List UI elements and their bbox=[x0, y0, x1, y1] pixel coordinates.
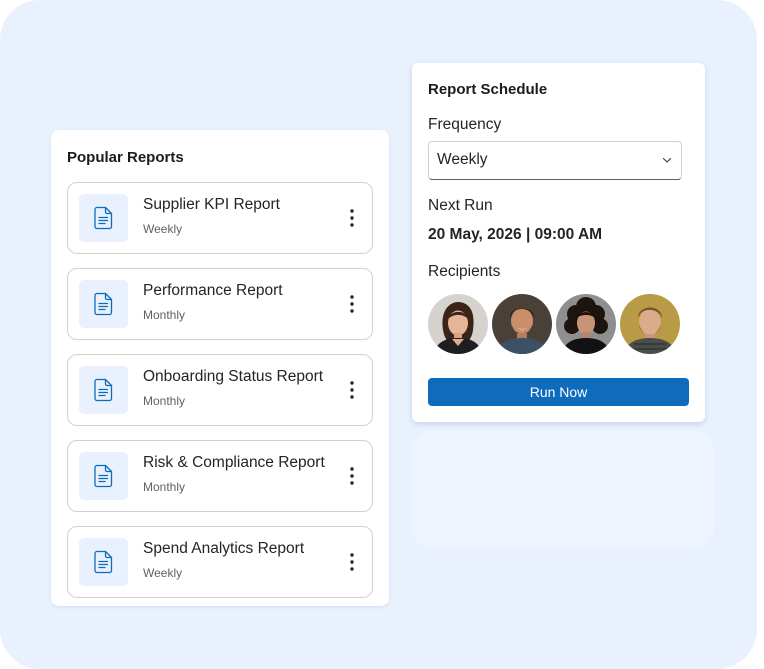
frequency-value: Weekly bbox=[437, 151, 488, 168]
report-frequency: Monthly bbox=[143, 308, 186, 322]
more-vertical-icon[interactable] bbox=[344, 550, 360, 574]
chevron-down-icon bbox=[662, 157, 672, 163]
schedule-title: Report Schedule bbox=[428, 81, 548, 98]
report-frequency: Weekly bbox=[143, 222, 183, 236]
document-icon bbox=[79, 280, 128, 328]
more-vertical-icon[interactable] bbox=[344, 292, 360, 316]
recipients-label: Recipients bbox=[428, 263, 501, 280]
avatar[interactable] bbox=[428, 294, 488, 354]
document-icon bbox=[79, 366, 128, 414]
report-frequency: Monthly bbox=[143, 480, 186, 494]
run-now-button[interactable]: Run Now bbox=[428, 378, 689, 406]
next-run-label: Next Run bbox=[428, 197, 493, 214]
report-list: Supplier KPI Report Weekly Performance R… bbox=[67, 182, 373, 598]
more-vertical-icon[interactable] bbox=[344, 464, 360, 488]
document-icon bbox=[79, 538, 128, 586]
report-name: Risk & Compliance Report bbox=[143, 454, 325, 471]
more-vertical-icon[interactable] bbox=[344, 378, 360, 402]
report-name: Onboarding Status Report bbox=[143, 368, 324, 385]
document-icon bbox=[79, 194, 128, 242]
panel-title: Popular Reports bbox=[67, 149, 184, 166]
report-item[interactable]: Onboarding Status Report Monthly bbox=[67, 354, 373, 426]
next-run-value: 20 May, 2026 | 09:00 AM bbox=[428, 226, 603, 243]
recipients-list bbox=[428, 294, 680, 354]
more-vertical-icon[interactable] bbox=[344, 206, 360, 230]
report-schedule-card: Report Schedule Frequency Weekly Next Ru… bbox=[412, 63, 705, 422]
report-item[interactable]: Spend Analytics Report Weekly bbox=[67, 526, 373, 598]
report-name: Supplier KPI Report bbox=[143, 196, 280, 213]
page-background: Popular Reports Supplier KPI Report Week… bbox=[0, 0, 757, 669]
background-decoration bbox=[412, 430, 714, 550]
avatar[interactable] bbox=[556, 294, 616, 354]
report-frequency: Weekly bbox=[143, 566, 183, 580]
report-item[interactable]: Performance Report Monthly bbox=[67, 268, 373, 340]
report-name: Performance Report bbox=[143, 282, 283, 299]
report-item[interactable]: Risk & Compliance Report Monthly bbox=[67, 440, 373, 512]
report-frequency: Monthly bbox=[143, 394, 186, 408]
frequency-label: Frequency bbox=[428, 116, 502, 133]
report-item[interactable]: Supplier KPI Report Weekly bbox=[67, 182, 373, 254]
avatar[interactable] bbox=[492, 294, 552, 354]
report-name: Spend Analytics Report bbox=[143, 540, 305, 557]
popular-reports-panel: Popular Reports Supplier KPI Report Week… bbox=[51, 130, 389, 606]
avatar[interactable] bbox=[620, 294, 680, 354]
document-icon bbox=[79, 452, 128, 500]
frequency-select[interactable]: Weekly bbox=[428, 141, 682, 180]
